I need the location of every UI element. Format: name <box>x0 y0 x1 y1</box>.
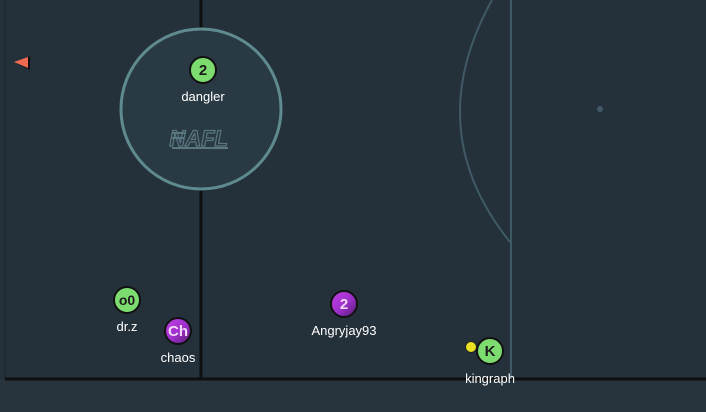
player-disc-angryjay93[interactable]: 2 <box>330 290 358 318</box>
player-disc-chaos[interactable]: Ch <box>164 317 192 345</box>
penalty-arc <box>459 0 511 243</box>
kickoff-circle <box>119 27 283 191</box>
player-avatar: Ch <box>168 322 188 340</box>
penalty-spot <box>597 106 603 112</box>
player-avatar: K <box>484 342 496 360</box>
player-disc-dangler[interactable]: 2 <box>189 56 217 84</box>
player-avatar: 2 <box>339 295 349 313</box>
player-name-dangler: dangler <box>181 89 225 104</box>
field: NAFL <box>0 0 706 412</box>
player-name-kingraph: kingraph <box>465 371 515 386</box>
player-avatar: o0 <box>118 292 136 308</box>
player-avatar: 2 <box>198 61 208 79</box>
player-disc-drz[interactable]: o0 <box>113 286 141 314</box>
game-stage[interactable]: NAFL 2 dangler o0 dr.z Ch chaos 2 Angryj… <box>0 0 706 412</box>
nafl-logo: NAFL <box>169 125 229 151</box>
left-triangle-icon <box>14 56 30 70</box>
player-name-drz: dr.z <box>116 319 138 334</box>
player-name-chaos: chaos <box>160 350 196 365</box>
lower-zone <box>0 379 706 412</box>
player-name-angryjay93: Angryjay93 <box>311 323 377 338</box>
player-disc-kingraph[interactable]: K <box>476 337 504 365</box>
